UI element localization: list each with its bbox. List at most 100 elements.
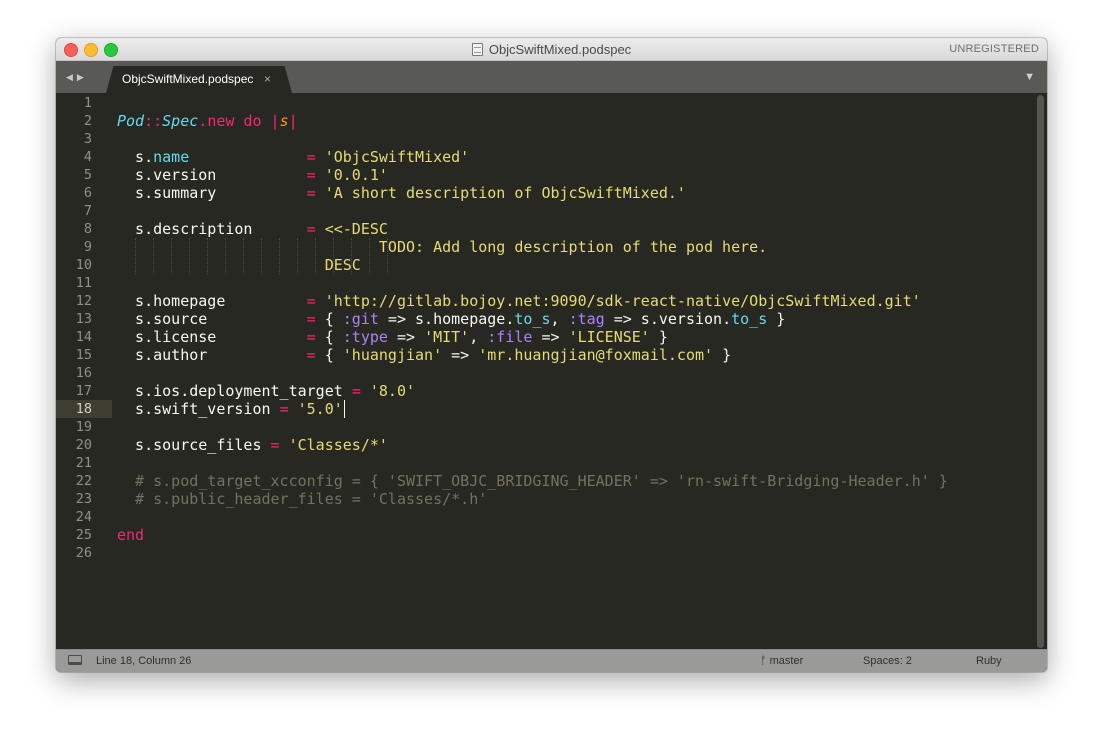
code-line[interactable]: s.source_files = 'Classes/*' [117,436,388,454]
code-token: to_s [514,310,551,328]
line-number: 25 [75,527,92,543]
line-number: 26 [75,545,92,561]
line-number: 4 [83,149,92,165]
vertical-scrollbar[interactable] [1037,95,1044,648]
code-token: # s.pod_target_xcconfig = { 'SWIFT_OBJC_… [117,472,948,490]
line-number: 6 [83,185,92,201]
code-token: | [270,112,280,130]
code-line[interactable]: s.author = { 'huangjian' => 'mr.huangjia… [117,346,731,364]
code-line[interactable]: s.ios.deployment_target = '8.0' [117,382,415,400]
indent-guide [225,238,226,274]
code-token: 'Classes/*' [288,436,388,454]
code-token: 'LICENSE' [568,328,650,346]
indent-guide [387,238,388,274]
code-line[interactable]: end [117,526,144,544]
line-number: 10 [75,257,92,273]
line-number: 21 [75,455,92,471]
code-token: Pod [117,112,145,130]
indent-guide [351,238,352,274]
code-token: s.license [117,328,307,346]
forward-arrow-icon[interactable]: ▶ [77,72,84,82]
tab-dropdown-icon[interactable]: ▼ [1024,61,1035,93]
git-branch[interactable]: ᚠ master [760,650,803,672]
line-number: 13 [75,311,92,327]
code-token: s.version [117,166,307,184]
code-token: = [306,148,316,166]
code-token: :: [144,112,163,130]
indent-guide [369,238,370,274]
code-token: s.source [117,310,307,328]
line-number: 12 [75,293,92,309]
indent-guide [315,238,316,274]
code-token: s.homepage [117,292,307,310]
window-title: ObjcSwiftMixed.podspec [488,41,632,57]
line-number: 11 [75,275,92,291]
line-number: 2 [83,113,92,129]
tab-close-icon[interactable]: × [264,66,271,93]
code-line[interactable]: s.swift_version = '5.0' [117,400,343,418]
syntax-setting[interactable]: Ruby [976,650,1002,672]
code-token: new [207,112,235,130]
code-line[interactable]: TODO: Add long description of the pod he… [117,238,767,256]
code-line[interactable]: s.description = <<-DESC [117,220,388,238]
status-bar: Line 18, Column 26 ᚠ master Spaces: 2 Rub… [56,649,1047,672]
back-arrow-icon[interactable]: ◀ [66,72,73,82]
code-line[interactable]: s.version = '0.0.1' [117,166,388,184]
code-token: s.source_files [117,436,271,454]
line-number: 24 [75,509,92,525]
line-number: 7 [83,203,92,219]
panel-toggle-icon[interactable] [68,655,82,665]
window-title-group: ObjcSwiftMixed.podspec [56,38,1047,60]
line-number-gutter: 1 2 3 4 5 6 7 8 9 10 11 12 13 14 15 16 17 18 19 20 21 22 23 24 2… [56,93,112,650]
cursor-position[interactable]: Line 18, Column 26 [96,650,191,672]
code-line[interactable]: Pod::Spec.new do |s| [117,112,298,130]
code-token: do [243,112,262,130]
tab-label[interactable]: ObjcSwiftMixed.podspec [122,66,253,93]
line-number: 5 [83,167,92,183]
code-line[interactable]: # s.pod_target_xcconfig = { 'SWIFT_OBJC_… [117,472,948,490]
editor-window: ObjcSwiftMixed.podspec UNREGISTERED ◀ ▶ O… [56,38,1047,672]
code-token: = [270,436,280,454]
line-number: 9 [83,239,92,255]
code-token: :type [342,328,388,346]
code-token: :file [487,328,533,346]
code-line[interactable]: s.homepage = 'http://gitlab.bojoy.net:90… [117,292,921,310]
code-token: { [315,346,343,364]
code-token: { [315,310,343,328]
code-token: = [306,328,316,346]
code-token: # s.public_header_files = 'Classes/*.h' [117,490,488,508]
line-number: 1 [83,95,92,111]
document-icon [471,42,483,56]
indent-guide [243,238,244,274]
indent-guide [171,238,172,274]
code-token: 'MIT' [424,328,470,346]
indentation-setting[interactable]: Spaces: 2 [863,650,912,672]
code-line[interactable]: s.license = { :type => 'MIT', :file => '… [117,328,668,346]
code-token: } [649,328,668,346]
code-token: name [153,148,190,166]
line-number: 23 [75,491,92,507]
line-number: 16 [75,365,92,381]
code-token: = [351,382,361,400]
code-line[interactable]: # s.public_header_files = 'Classes/*.h' [117,490,487,508]
code-token: = [306,166,316,184]
line-number: 22 [75,473,92,489]
indent-guide [153,238,154,274]
code-line[interactable]: s.source = { :git => s.homepage.to_s, :t… [117,310,785,328]
code-token: , [550,310,569,328]
code-token: . [198,112,208,130]
code-token: , [469,328,488,346]
code-line[interactable]: s.name = 'ObjcSwiftMixed' [117,148,469,166]
code-editor[interactable]: 1 2 3 4 5 6 7 8 9 10 11 12 13 14 15 16 17 18 19 20 21 22 23 24 2… [56,93,1047,650]
code-token: = [306,220,316,238]
indent-guide [207,238,208,274]
text-cursor [344,400,345,418]
code-token: TODO: Add long description of the pod he… [117,238,768,256]
code-line[interactable]: s.summary = 'A short description of Objc… [117,184,686,202]
